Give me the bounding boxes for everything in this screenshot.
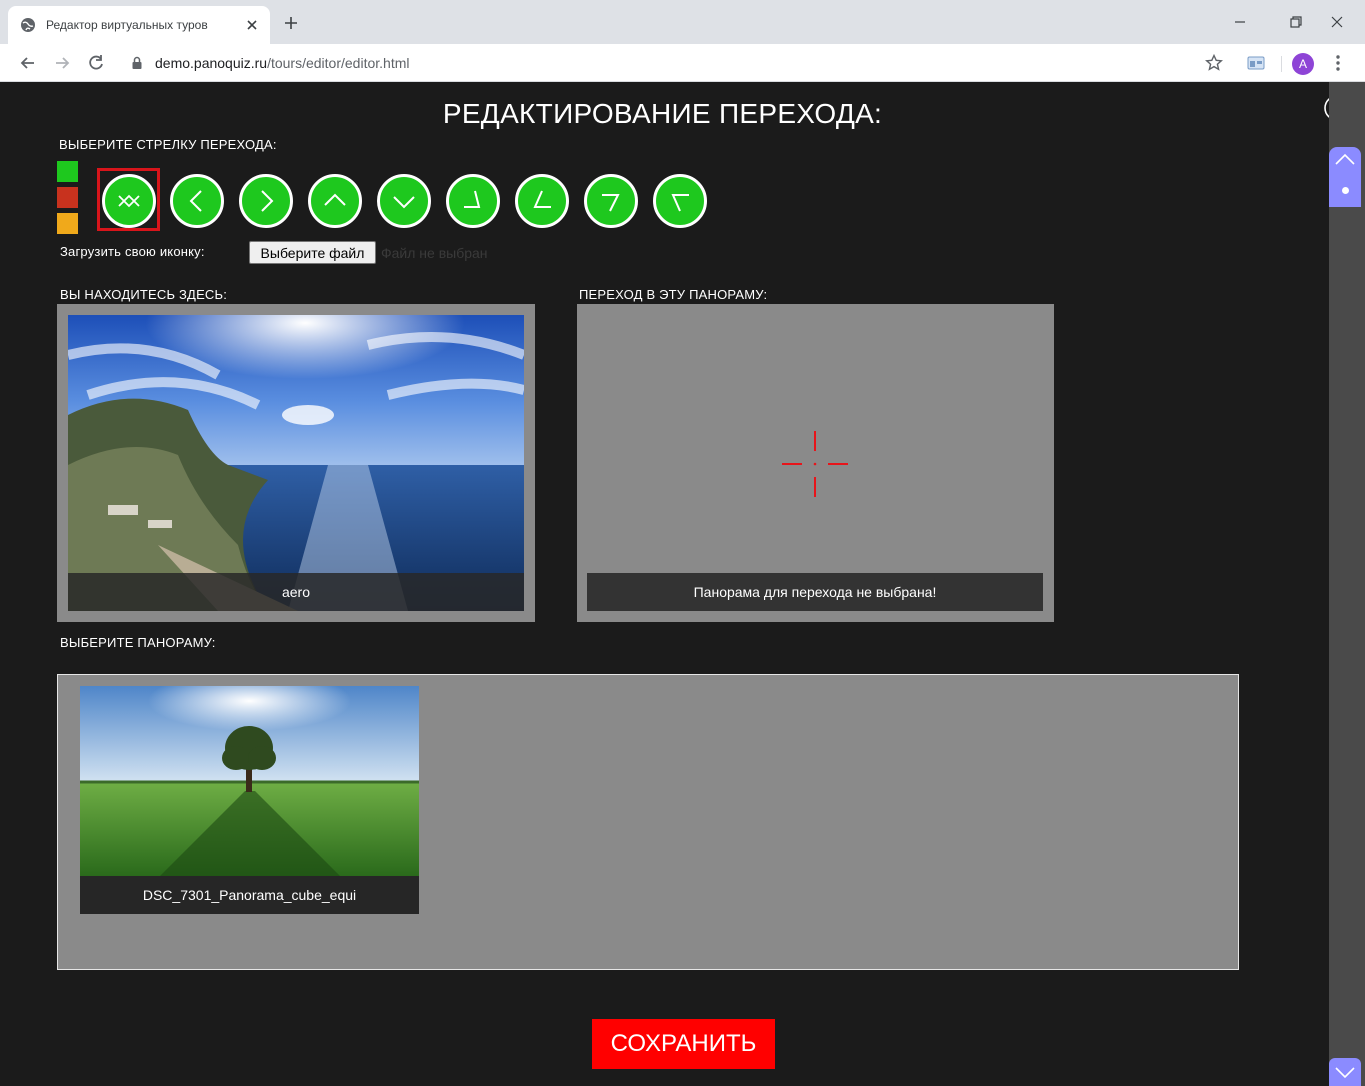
scroll-position-dot (1342, 187, 1349, 194)
arrow-option-double-down[interactable] (102, 174, 156, 228)
chevron-right-icon (261, 190, 274, 212)
page-title: РЕДАКТИРОВАНИЕ ПЕРЕХОДА: (442, 98, 883, 129)
lock-icon[interactable] (130, 56, 144, 70)
panorama-list: DSC_7301_Panorama_cube_equi (57, 674, 1239, 970)
back-icon[interactable] (18, 53, 38, 73)
editor-page: РЕДАКТИРОВАНИЕ ПЕРЕХОДА: ВЫБЕРИТЕ СТРЕЛК… (0, 82, 1365, 1086)
scroll-down-button[interactable] (1329, 1058, 1361, 1086)
browser-tab[interactable]: Редактор виртуальных туров (8, 6, 270, 44)
window-close-icon[interactable] (1325, 10, 1349, 34)
chevron-down-icon (1335, 1067, 1355, 1079)
corner-top-right-icon (602, 194, 620, 212)
choose-panorama-label: ВЫБЕРИТЕ ПАНОРАМУ: (60, 635, 216, 650)
go-to-panorama-label: ПЕРЕХОД В ЭТУ ПАНОРАМУ: (579, 287, 768, 302)
double-chevron-down-icon (118, 194, 140, 208)
corner-bottom-right-icon (464, 190, 481, 208)
tab-close-icon[interactable] (244, 17, 260, 33)
panorama-thumbnail[interactable]: DSC_7301_Panorama_cube_equi (80, 686, 419, 914)
corner-top-left-icon (671, 194, 689, 212)
extension-icon[interactable] (1246, 53, 1266, 73)
url-host: demo.panoquiz.ru (155, 55, 268, 71)
arrow-option-left[interactable] (170, 174, 224, 228)
arrow-option-corner-top-right[interactable] (584, 174, 638, 228)
chevron-up-icon (1335, 153, 1355, 165)
arrow-option-corner-top-left[interactable] (653, 174, 707, 228)
choose-arrow-label: ВЫБЕРИТЕ СТРЕЛКУ ПЕРЕХОДА: (59, 137, 277, 152)
color-swatch-red[interactable] (57, 187, 78, 208)
toolbar-separator (1281, 56, 1282, 72)
color-swatch-green[interactable] (57, 161, 78, 182)
scrollbar-track[interactable] (1329, 82, 1365, 1086)
minimize-icon[interactable] (1228, 10, 1252, 34)
you-are-here-label: ВЫ НАХОДИТЕСЬ ЗДЕСЬ: (60, 287, 228, 302)
address-bar[interactable]: demo.panoquiz.ru/tours/editor/editor.htm… (155, 55, 409, 71)
arrow-option-corner-bottom-right[interactable] (446, 174, 500, 228)
bookmark-star-icon[interactable] (1204, 53, 1224, 73)
new-tab-icon[interactable] (282, 14, 300, 32)
target-panorama-caption: Панорама для перехода не выбрана! (587, 573, 1043, 611)
current-panorama-caption: aero (68, 573, 524, 611)
panorama-thumbnail-image (80, 686, 419, 876)
arrow-option-up[interactable] (308, 174, 362, 228)
browser-toolbar: demo.panoquiz.ru/tours/editor/editor.htm… (0, 44, 1365, 82)
menu-dots-icon[interactable] (1328, 53, 1348, 73)
arrow-option-right[interactable] (239, 174, 293, 228)
corner-bottom-left-icon (533, 190, 551, 208)
url-path: /tours/editor/editor.html (267, 55, 410, 71)
choose-file-button[interactable]: Выберите файл (249, 241, 376, 264)
target-panorama-panel: Панорама для перехода не выбрана! (577, 304, 1054, 622)
upload-icon-label: Загрузить свою иконку: (60, 244, 205, 259)
color-swatch-orange[interactable] (57, 213, 78, 234)
save-button[interactable]: СОХРАНИТЬ (592, 1019, 775, 1069)
crosshair-icon (782, 431, 848, 497)
forward-icon[interactable] (52, 53, 72, 73)
current-panorama-panel: aero (57, 304, 535, 622)
tab-title: Редактор виртуальных туров (46, 18, 208, 32)
globe-icon (21, 18, 35, 32)
reload-icon[interactable] (86, 53, 106, 73)
chevron-up-icon (324, 193, 346, 206)
chevron-down-icon (393, 196, 415, 209)
file-status-text: Файл не выбран (381, 245, 488, 261)
scroll-up-button[interactable] (1329, 147, 1361, 207)
chevron-left-icon (189, 190, 202, 212)
browser-tab-bar: Редактор виртуальных туров (0, 0, 1365, 44)
restore-icon[interactable] (1283, 10, 1307, 34)
arrow-option-down[interactable] (377, 174, 431, 228)
arrow-option-corner-bottom-left[interactable] (515, 174, 569, 228)
profile-avatar[interactable]: A (1292, 53, 1314, 75)
current-panorama-image (68, 315, 524, 611)
panorama-thumbnail-caption: DSC_7301_Panorama_cube_equi (80, 876, 419, 914)
